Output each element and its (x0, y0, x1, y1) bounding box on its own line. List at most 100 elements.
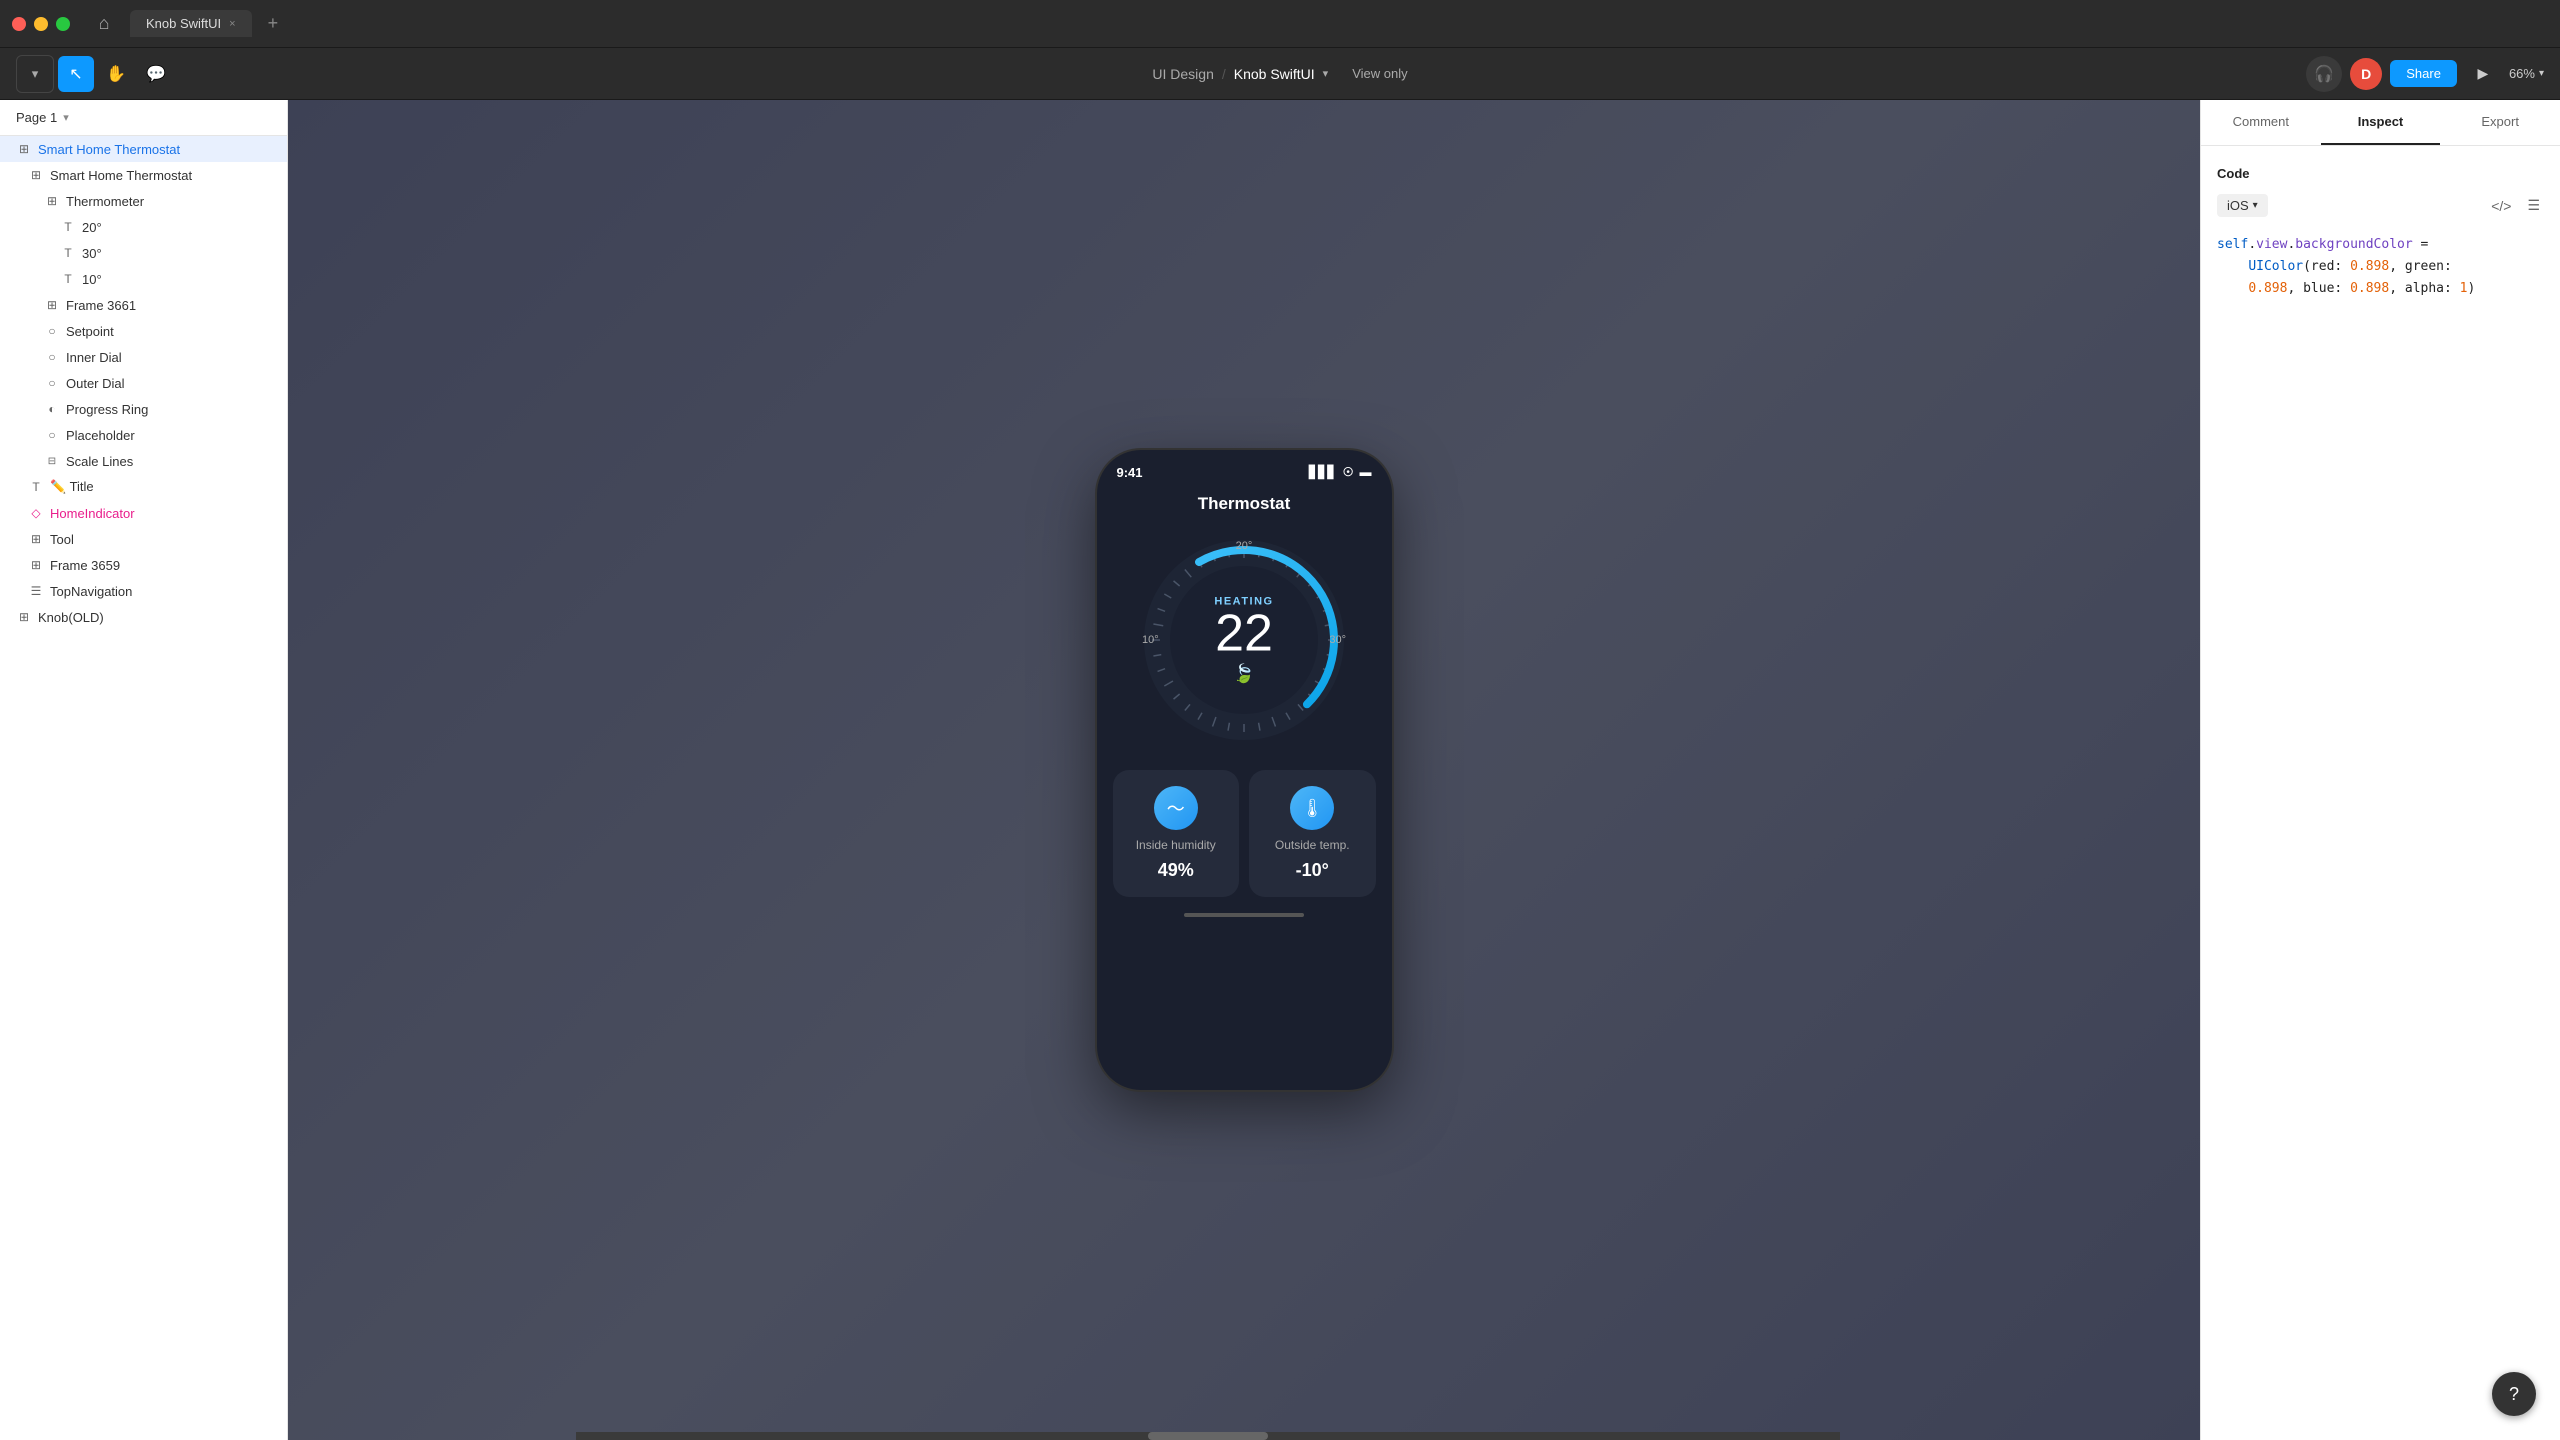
center-title: UI Design / Knob SwiftUI ▾ View only (1152, 66, 1407, 82)
cursor-tool-button[interactable]: ▾ (17, 56, 53, 92)
outside-temp-icon: 🌡 (1290, 786, 1334, 830)
code-format-button[interactable]: </> (2487, 194, 2515, 218)
layer-icon-grid: ⊟ (44, 453, 60, 469)
layer-item-smart-home-thermostat-root[interactable]: ⊞ Smart Home Thermostat (0, 136, 287, 162)
layer-item-tool[interactable]: ⊞ Tool (0, 526, 287, 552)
avatar: D (2350, 58, 2382, 90)
file-name-label[interactable]: Knob SwiftUI (1234, 66, 1315, 82)
dial-wrapper: HEATING 22 🍃 20° 10° 30° (1134, 530, 1354, 750)
dial-temperature: 22 (1214, 608, 1273, 660)
layer-item-thermometer[interactable]: ⊞ Thermometer (0, 188, 287, 214)
humidity-icon: 〜 (1154, 786, 1198, 830)
outside-temp-label: Outside temp. (1275, 838, 1350, 852)
layer-item-10deg[interactable]: T 10° (0, 266, 287, 292)
home-indicator-bar (1184, 913, 1304, 917)
layer-item-inner-dial[interactable]: ○ Inner Dial (0, 344, 287, 370)
tab-comment[interactable]: Comment (2201, 100, 2321, 145)
status-icons: ▋▋▋ ☉ ▬ (1309, 465, 1371, 479)
code-blue-val: 0.898 (2350, 281, 2389, 296)
layer-item-frame3661[interactable]: ⊞ Frame 3661 (0, 292, 287, 318)
layer-icon-circle4: ○ (44, 427, 60, 443)
layer-item-title[interactable]: T ✏️ Title (0, 474, 287, 500)
tab-close-icon[interactable]: × (229, 18, 235, 30)
window-maximize-button[interactable] (56, 17, 70, 31)
platform-selector: iOS ▾ </> ☰ (2217, 193, 2544, 218)
code-class: UIColor (2248, 259, 2303, 274)
battery-icon: ▬ (1360, 465, 1372, 479)
thermostat-dial: HEATING 22 🍃 20° 10° 30° (1113, 530, 1376, 750)
code-method: backgroundColor (2295, 237, 2412, 252)
dial-label-left: 10° (1142, 634, 1159, 646)
layer-item-knob-old[interactable]: ⊞ Knob(OLD) (0, 604, 287, 630)
info-cards: 〜 Inside humidity 49% 🌡 Outside temp. -1… (1113, 770, 1376, 897)
layer-icon-frame5: ⊞ (28, 531, 44, 547)
window-controls (12, 17, 70, 31)
layer-icon-frame7: ⊞ (16, 609, 32, 625)
status-time: 9:41 (1117, 465, 1143, 480)
layer-item-frame3659[interactable]: ⊞ Frame 3659 (0, 552, 287, 578)
share-button[interactable]: Share (2390, 60, 2457, 87)
main-layout: Page 1 ▾ ⊞ Smart Home Thermostat ⊞ Smart… (0, 100, 2560, 1440)
play-button[interactable]: ▶ (2465, 56, 2501, 92)
dial-center: HEATING 22 🍃 (1214, 596, 1273, 685)
page-label: Page 1 (16, 110, 57, 125)
layer-icon-frame6: ⊞ (28, 557, 44, 573)
layer-icon-frame: ⊞ (16, 141, 32, 157)
phone-content: Thermostat (1097, 494, 1392, 897)
tab-inspect[interactable]: Inspect (2321, 100, 2441, 145)
home-icon[interactable]: ⌂ (90, 10, 118, 38)
select-tool-button[interactable]: ↖ (58, 56, 94, 92)
layer-item-home-indicator[interactable]: ◇ HomeIndicator (0, 500, 287, 526)
dial-label-top: 20° (1236, 540, 1253, 552)
canvas-background[interactable]: 9:41 ▋▋▋ ☉ ▬ Thermostat (288, 100, 2200, 1440)
dropdown-icon[interactable]: ▾ (1323, 67, 1329, 80)
code-self: self (2217, 237, 2248, 252)
help-button[interactable]: ? (2492, 1372, 2536, 1416)
layer-item-progress-ring[interactable]: ◐ Progress Ring (0, 396, 287, 422)
tool-group-left: ▾ (16, 55, 54, 93)
humidity-label: Inside humidity (1136, 838, 1216, 852)
headphones-button[interactable]: 🎧 (2306, 56, 2342, 92)
layer-item-smart-home-thermostat-child[interactable]: ⊞ Smart Home Thermostat (0, 162, 287, 188)
layer-item-setpoint[interactable]: ○ Setpoint (0, 318, 287, 344)
wifi-icon: ☉ (1343, 465, 1354, 479)
tools-left: ▾ ↖ ✋ 💬 (16, 55, 174, 93)
outside-temp-card: 🌡 Outside temp. -10° (1249, 770, 1376, 897)
left-sidebar: Page 1 ▾ ⊞ Smart Home Thermostat ⊞ Smart… (0, 100, 288, 1440)
right-panel-content: Code iOS ▾ </> ☰ self.view.backgroundCol… (2201, 146, 2560, 1440)
layer-icon-text4: T (28, 479, 44, 495)
tab-knob-swiftui[interactable]: Knob SwiftUI × (130, 10, 252, 37)
layer-item-20deg[interactable]: T 20° (0, 214, 287, 240)
hand-tool-button[interactable]: ✋ (98, 56, 134, 92)
layer-icon-circle3: ○ (44, 375, 60, 391)
right-panel-tabs: Comment Inspect Export (2201, 100, 2560, 146)
phone-status-bar: 9:41 ▋▋▋ ☉ ▬ (1097, 450, 1392, 494)
comment-tool-button[interactable]: 💬 (138, 56, 174, 92)
window-close-button[interactable] (12, 17, 26, 31)
top-bar: ⌂ Knob SwiftUI × + (0, 0, 2560, 48)
layer-item-30deg[interactable]: T 30° (0, 240, 287, 266)
layer-icon-frame2: ⊞ (28, 167, 44, 183)
phone-mockup: 9:41 ▋▋▋ ☉ ▬ Thermostat (1097, 450, 1392, 1090)
horizontal-scrollbar[interactable] (576, 1432, 1840, 1440)
code-alpha-val: 1 (2460, 281, 2468, 296)
page-selector[interactable]: Page 1 ▾ (0, 100, 287, 136)
zoom-label[interactable]: 66% ▾ (2509, 66, 2544, 81)
code-property: view (2256, 237, 2287, 252)
tab-export[interactable]: Export (2440, 100, 2560, 145)
humidity-card: 〜 Inside humidity 49% (1113, 770, 1240, 897)
code-copy-button[interactable]: ☰ (2523, 193, 2544, 218)
layer-item-outer-dial[interactable]: ○ Outer Dial (0, 370, 287, 396)
layer-item-placeholder[interactable]: ○ Placeholder (0, 422, 287, 448)
platform-dropdown-icon: ▾ (2253, 200, 2258, 211)
menu-bar: ▾ ↖ ✋ 💬 UI Design / Knob SwiftUI ▾ View … (0, 48, 2560, 100)
canvas: 9:41 ▋▋▋ ☉ ▬ Thermostat (288, 100, 2200, 1440)
platform-badge[interactable]: iOS ▾ (2217, 194, 2268, 217)
view-only-badge: View only (1352, 66, 1407, 81)
code-toolbar: </> ☰ (2487, 193, 2544, 218)
tab-add-button[interactable]: + (268, 13, 279, 34)
layer-item-top-navigation[interactable]: ☰ TopNavigation (0, 578, 287, 604)
tools-right: 🎧 D Share ▶ 66% ▾ (2306, 56, 2544, 92)
window-minimize-button[interactable] (34, 17, 48, 31)
layer-item-scale-lines[interactable]: ⊟ Scale Lines (0, 448, 287, 474)
